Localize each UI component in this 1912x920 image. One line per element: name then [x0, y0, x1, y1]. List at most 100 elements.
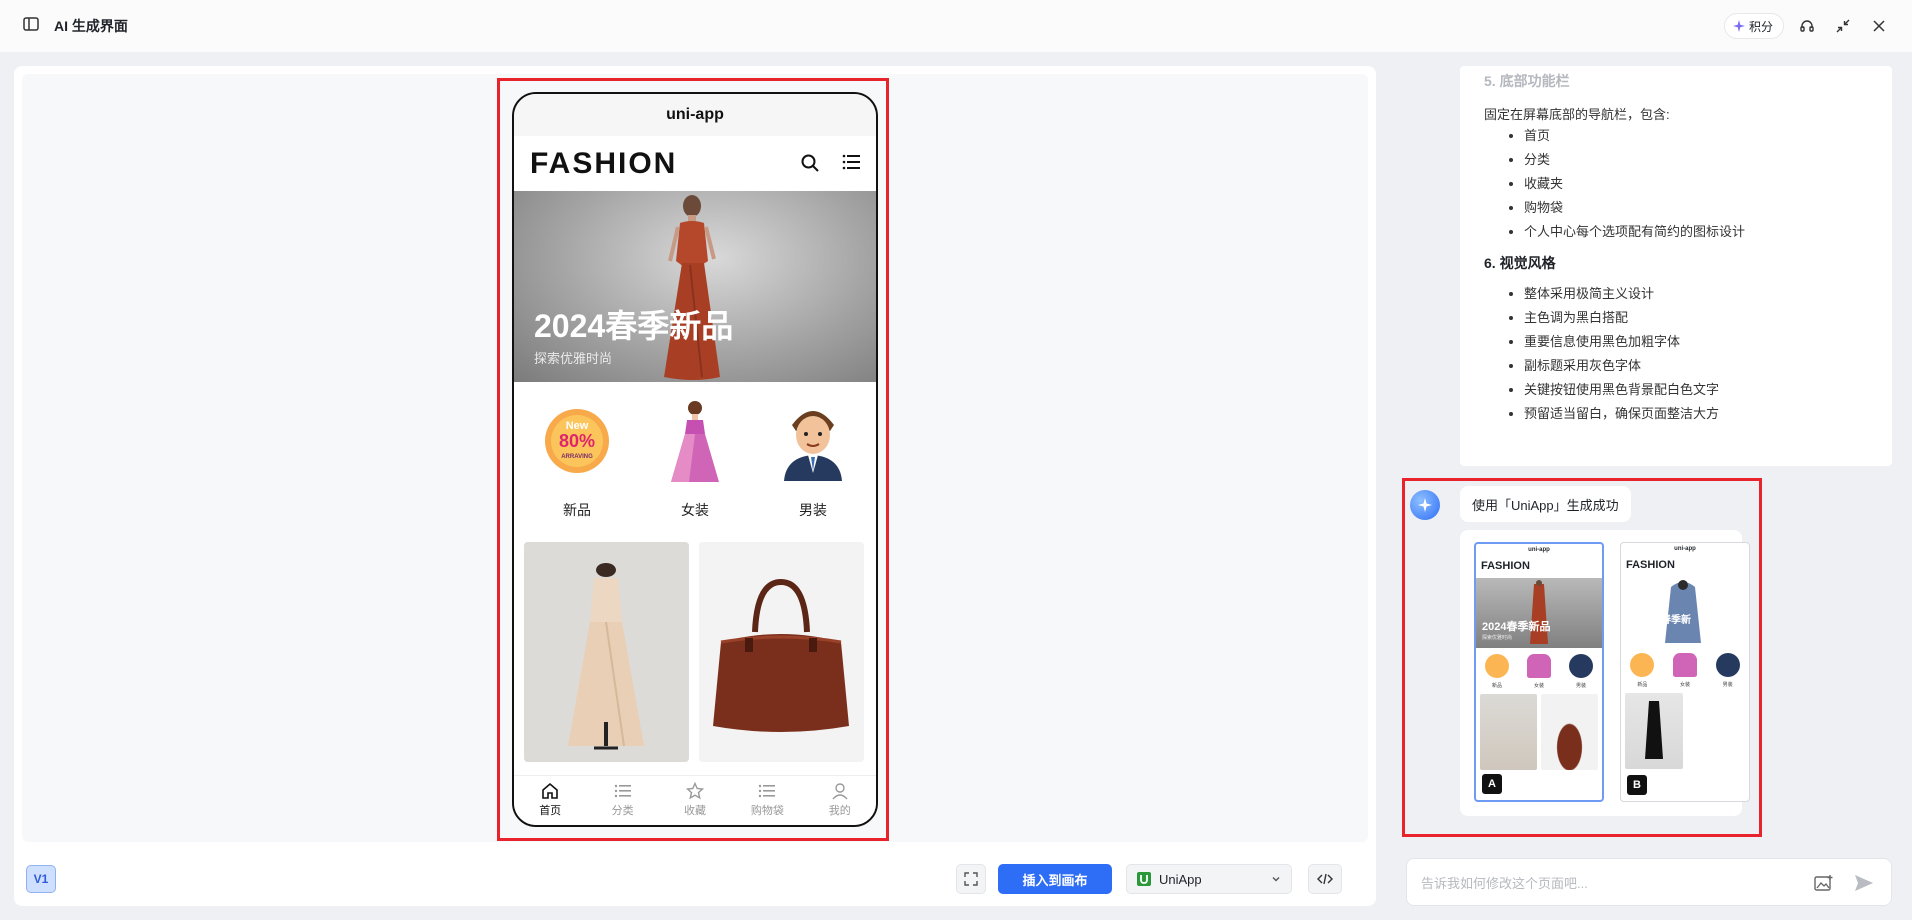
section-6-title: 6. 视觉风格	[1484, 255, 1556, 271]
points-label: 积分	[1749, 19, 1774, 34]
menu-list-icon[interactable]	[842, 154, 860, 175]
insert-to-canvas-button[interactable]: 插入到画布	[998, 864, 1112, 894]
dress-icon	[652, 398, 738, 484]
list-item: 重要信息使用黑色加粗字体	[1524, 330, 1719, 354]
phone-preview[interactable]: uni-app FASHION 2024春季新品 探索优雅时尚 New 80% …	[512, 92, 878, 827]
thumb-gown-image	[1480, 694, 1537, 770]
tab-bag[interactable]: 购物袋	[737, 776, 797, 825]
thumb-man-icon	[1715, 653, 1740, 677]
list-icon	[614, 784, 631, 798]
thumb-category-label: 新品	[1491, 683, 1502, 689]
thumb-hero: 2024春季新品 探索优雅时尚	[1476, 578, 1602, 648]
list-item: 关键按钮使用黑色背景配白色文字	[1524, 378, 1719, 402]
phone-status-title: uni-app	[514, 94, 876, 136]
tab-label: 购物袋	[750, 805, 784, 817]
list-item: 分类	[1524, 148, 1745, 172]
version-badge[interactable]: V1	[26, 865, 56, 893]
variant-thumbnails: uni-app FASHION 2024春季新品 探索优雅时尚 新品 女装 男装…	[1460, 530, 1750, 816]
category-label: 新品	[563, 502, 591, 518]
hero-banner[interactable]: 2024春季新品 探索优雅时尚	[514, 191, 876, 382]
variant-label: A	[1482, 774, 1502, 794]
code-view-button[interactable]	[1308, 864, 1342, 894]
thumb-brand: FASHION	[1481, 560, 1530, 572]
thumb-hero-title: 2024春季新品	[1482, 621, 1551, 633]
close-icon[interactable]	[1868, 15, 1890, 37]
chat-input-box	[1406, 858, 1892, 906]
chevron-down-icon	[1272, 877, 1280, 882]
page-title: AI 生成界面	[54, 18, 128, 34]
hero-subtitle: 探索优雅时尚	[534, 351, 613, 366]
send-icon[interactable]	[1853, 872, 1875, 894]
thumb-brand: FASHION	[1626, 559, 1675, 571]
thumb-category-label: 新品	[1637, 682, 1648, 688]
star-icon	[685, 782, 704, 800]
list-item: 预留适当留白，确保页面整洁大方	[1524, 402, 1719, 426]
product-grid	[514, 542, 876, 762]
thumb-black-dress-image	[1625, 693, 1683, 769]
tab-home[interactable]: 首页	[520, 776, 580, 825]
hero-title: 2024春季新品	[534, 308, 734, 344]
points-button[interactable]: 积分	[1724, 13, 1785, 39]
variant-label: B	[1627, 775, 1647, 795]
thumb-category-labels: 新品 女装 男装	[1621, 681, 1749, 693]
bottom-tab-bar: 首页 分类 收藏 购物袋 我的	[514, 775, 876, 825]
platform-select[interactable]: UniApp	[1126, 864, 1292, 894]
section-5-list: 首页 分类 收藏夹 购物袋 个人中心每个选项配有简约的图标设计	[1524, 124, 1745, 244]
search-icon[interactable]	[800, 153, 820, 178]
section-5-intro: 固定在屏幕底部的导航栏，包含:	[1484, 107, 1670, 122]
tab-label: 首页	[539, 805, 562, 817]
tab-favorites[interactable]: 收藏	[665, 776, 725, 825]
thumb-category-label: 女装	[1533, 683, 1544, 689]
category-label: 女装	[681, 502, 709, 518]
thumb-category-labels: 新品 女装 男装	[1476, 682, 1602, 694]
chat-input[interactable]	[1421, 871, 1801, 895]
thumb-status-title: uni-app	[1528, 547, 1550, 553]
list-item: 主色调为黑白搭配	[1524, 306, 1719, 330]
sidebar-toggle-icon[interactable]	[22, 15, 42, 35]
image-upload-icon[interactable]	[1813, 872, 1835, 894]
uniapp-logo-icon	[1137, 872, 1151, 886]
tab-label: 收藏	[683, 805, 706, 817]
gown-image	[524, 542, 689, 762]
thumb-dress-icon	[1527, 654, 1551, 678]
category-men[interactable]: 男装	[763, 398, 863, 542]
code-icon	[1317, 873, 1333, 885]
category-row: New 80% ARRAVING 新品 女装 男装	[514, 382, 876, 542]
thumb-new-badge-icon	[1630, 653, 1655, 677]
top-bar: AI 生成界面 积分	[0, 0, 1912, 52]
collapse-icon[interactable]	[1832, 15, 1854, 37]
thumb-status-title: uni-app	[1674, 546, 1696, 552]
category-women[interactable]: 女装	[645, 398, 745, 542]
brand-logo: FASHION	[530, 146, 678, 180]
list-item: 整体采用极简主义设计	[1524, 282, 1719, 306]
list-item: 首页	[1524, 124, 1745, 148]
category-label: 男装	[799, 502, 827, 518]
fullscreen-button[interactable]	[956, 864, 986, 894]
tab-profile[interactable]: 我的	[810, 776, 870, 825]
variant-a-thumbnail[interactable]: uni-app FASHION 2024春季新品 探索优雅时尚 新品 女装 男装…	[1474, 542, 1604, 802]
man-avatar-icon	[770, 398, 856, 484]
tab-label: 分类	[611, 805, 634, 817]
platform-select-value: UniApp	[1159, 871, 1202, 887]
list-icon	[759, 784, 776, 798]
thumb-products	[1476, 694, 1602, 770]
product-card-handbag[interactable]	[699, 542, 864, 762]
section-6-list: 整体采用极简主义设计 主色调为黑白搭配 重要信息使用黑色加粗字体 副标题采用灰色…	[1524, 282, 1719, 426]
thumb-products	[1621, 693, 1749, 769]
thumb-man-icon	[1569, 654, 1593, 678]
thumb-new-badge-icon	[1485, 654, 1509, 678]
product-card-gown[interactable]	[524, 542, 689, 762]
thumb-category-label: 女装	[1679, 682, 1690, 688]
handbag-image	[699, 542, 864, 762]
brand-bar: FASHION	[514, 136, 876, 191]
headset-icon[interactable]	[1796, 15, 1818, 37]
tab-label: 我的	[828, 805, 851, 817]
home-icon	[542, 782, 558, 799]
thumb-category-label: 男装	[1722, 682, 1733, 688]
variant-b-thumbnail[interactable]: uni-app FASHION 春季新 新品 女装 男装 B	[1620, 542, 1750, 802]
list-item: 购物袋	[1524, 196, 1745, 220]
list-item: 收藏夹	[1524, 172, 1745, 196]
user-icon	[832, 783, 848, 800]
category-new[interactable]: New 80% ARRAVING 新品	[527, 398, 627, 542]
tab-category[interactable]: 分类	[593, 776, 653, 825]
